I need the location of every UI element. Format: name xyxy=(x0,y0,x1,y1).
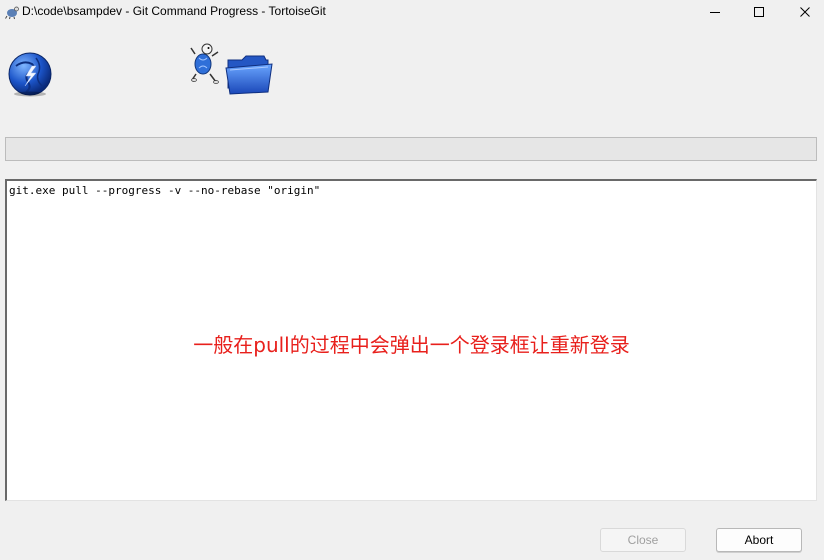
close-button[interactable]: Close xyxy=(600,528,686,552)
turtle-icon xyxy=(190,43,219,84)
annotation-text: 一般在pull的过程中会弹出一个登录框让重新登录 xyxy=(193,333,630,357)
abort-button[interactable]: Abort xyxy=(716,528,802,552)
window-title: D:\code\bsampdev - Git Command Progress … xyxy=(22,4,326,18)
command-line: git.exe pull --progress -v --no-rebase "… xyxy=(9,184,321,197)
tortoisegit-app-icon xyxy=(5,6,19,20)
folder-icon xyxy=(225,55,273,95)
progress-bar xyxy=(5,137,817,161)
maximize-button[interactable] xyxy=(736,0,782,24)
minimize-button[interactable] xyxy=(692,0,738,24)
minimize-icon xyxy=(710,12,720,13)
command-output-area[interactable]: git.exe pull --progress -v --no-rebase "… xyxy=(5,179,817,501)
globe-icon xyxy=(8,52,52,97)
close-icon xyxy=(800,7,810,17)
title-bar: D:\code\bsampdev - Git Command Progress … xyxy=(0,0,824,24)
maximize-icon xyxy=(754,7,764,17)
window-close-button[interactable] xyxy=(782,0,824,24)
